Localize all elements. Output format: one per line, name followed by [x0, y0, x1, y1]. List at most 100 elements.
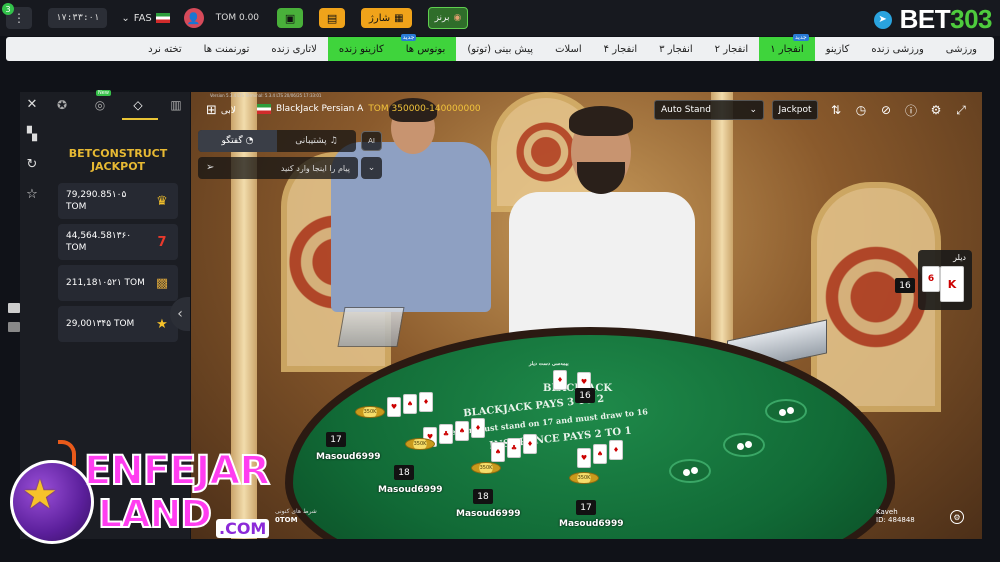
charge-icon: ▦ — [394, 12, 404, 24]
nav-crash-2[interactable]: انفجار ۲ — [704, 37, 760, 61]
bronze-label: برنز — [434, 13, 450, 23]
felt-insurance-label: بیمه‌سی دست دیلر — [529, 361, 569, 367]
watermark-suffix: .COM — [216, 519, 270, 538]
wallet-button[interactable]: ▤ — [319, 8, 346, 28]
lobby-button[interactable]: ⊞ لابی — [206, 103, 236, 118]
menu-button[interactable]: 3 ⋮ — [2, 3, 32, 29]
tab-new[interactable]: New ◎ — [90, 90, 111, 114]
support-label: پشتیبانی — [295, 136, 327, 146]
nav-live-casino[interactable]: کازینو زنده — [327, 37, 395, 61]
center-score: 16 — [575, 388, 595, 403]
active-tab-indicator — [122, 118, 158, 120]
chat-input[interactable]: ➢ پیام را اینجا وارد کنید — [198, 157, 358, 179]
star-icon[interactable]: ☆ — [24, 186, 40, 202]
nav-live-lottery[interactable]: لاتاری زنده — [260, 37, 327, 61]
sort-icon[interactable]: ⇅ — [828, 102, 844, 118]
spin-icon: ◎ — [94, 98, 106, 112]
bet-spot[interactable] — [765, 399, 807, 423]
iran-flag-icon — [257, 104, 271, 114]
main-nav: ورزشی ورزشی زنده کازینو جدید انفجار ۱ انف… — [6, 34, 994, 61]
layers-icon[interactable]: ▚ — [24, 126, 40, 142]
user-name: Kaveh — [876, 508, 898, 516]
chat-tabs: پشتیبانی ♫ گفتگو ◔ — [198, 130, 356, 152]
nav-toto[interactable]: پیش بینی (توتو) — [456, 37, 544, 61]
settings-icon[interactable]: ⚙ — [928, 102, 944, 118]
menu-badge: 3 — [2, 3, 14, 15]
tab-chat[interactable]: گفتگو ◔ — [198, 130, 277, 152]
bet-chip: 350K — [405, 438, 435, 450]
bet-chip: 350K — [471, 462, 501, 474]
dealer-score: 16 — [895, 278, 915, 293]
seven-icon: 7 — [157, 234, 167, 250]
nav-live-sports[interactable]: ورزشی زنده — [860, 37, 934, 61]
nav-tournaments[interactable]: تورنمنت ها — [193, 37, 261, 61]
nav-crash-4[interactable]: انفجار ۴ — [593, 37, 649, 61]
user-avatar[interactable]: 👤 — [183, 8, 204, 28]
charge-button[interactable]: شارژ ▦ — [361, 8, 412, 28]
badge-icon: ✪ — [56, 98, 68, 112]
send-icon[interactable]: ➢ — [206, 162, 214, 173]
jackpot-card[interactable]: 211,18۱۰۵۲۱ TOM ▩ — [58, 265, 178, 301]
auto-stand-select[interactable]: Auto Stand ⌄ — [654, 100, 764, 120]
chevron-down-icon: ⌄ — [367, 163, 376, 173]
diamond-icon: ◇ — [133, 98, 143, 112]
jackpot-card[interactable]: 79,290.85۱۰۵ TOM ♛ — [58, 183, 178, 219]
video-off-icon[interactable]: ⊘ — [878, 102, 894, 118]
jackpot-card[interactable]: 29,00۱۳۴۵ TOM ★ — [58, 306, 178, 342]
dealer-label: دیلر — [953, 253, 966, 262]
jackpot-value: 44,564.58۱۳۶۰ TOM — [66, 231, 132, 253]
star-burst-icon: ★ — [156, 316, 168, 332]
refresh-icon[interactable]: ↻ — [24, 156, 40, 172]
nav-crash-3[interactable]: انفجار ۳ — [648, 37, 704, 61]
jackpot-title: BETCONSTRUCT JACKPOT — [60, 147, 176, 173]
user-id: ID: 484848 — [876, 516, 915, 524]
jackpot-title-line1: BETCONSTRUCT — [68, 147, 168, 160]
new-badge: جدید — [793, 34, 809, 41]
dealer-card: 6 — [922, 266, 940, 292]
deposit-button[interactable]: ▣ — [277, 8, 304, 28]
nav-sports[interactable]: ورزشی — [935, 37, 988, 61]
nav-backgammon[interactable]: تخته نرد — [137, 37, 193, 61]
info-icon[interactable]: ⓘ — [903, 102, 919, 118]
fullscreen-icon[interactable]: ⤢ — [953, 102, 969, 118]
bronze-level-button[interactable]: برنز ◉ — [427, 7, 469, 29]
user-card-icon: ▣ — [284, 11, 296, 25]
dealer-hand-panel: دیلر 6 K — [918, 250, 972, 310]
jackpot-button[interactable]: Jackpot — [772, 100, 818, 120]
close-icon[interactable]: ✕ — [24, 96, 40, 112]
bet-spot[interactable] — [723, 433, 765, 457]
nav-label: پیش بینی (توتو) — [467, 43, 534, 55]
jackpot-card[interactable]: 44,564.58۱۳۶۰ TOM 7 — [58, 224, 178, 260]
player-card: ♣ — [507, 438, 521, 458]
language-selector[interactable]: ⌄ FAS — [121, 13, 170, 24]
watermark-line1: ENFEJAR — [83, 447, 271, 495]
player-card: ♠ — [455, 421, 469, 441]
split-icon[interactable] — [8, 322, 20, 332]
dealer-card: ♦ — [553, 370, 567, 390]
nav-label: انفجار ۴ — [603, 43, 638, 55]
tab-support[interactable]: پشتیبانی ♫ — [277, 130, 356, 152]
bet-spot[interactable] — [669, 459, 711, 483]
tab-games[interactable]: ▥ — [166, 96, 186, 114]
side-tabs: ✪ New ◎ ◇ ▥ — [52, 90, 186, 114]
fullscreen-icon[interactable] — [8, 303, 20, 313]
nav-bonuses[interactable]: جدید بونوس ها — [394, 34, 457, 61]
ai-button[interactable]: AI — [361, 131, 382, 151]
tab-jackpot[interactable]: ◇ — [128, 96, 148, 114]
tab-rewards[interactable]: ✪ — [52, 96, 72, 114]
nav-label: انفجار ۱ — [770, 43, 804, 55]
chat-collapse-button[interactable]: ⌄ — [361, 157, 382, 179]
slot-icon: ▥ — [170, 98, 182, 112]
player-card: ♦ — [523, 434, 537, 454]
nav-label: کازینو — [825, 43, 850, 55]
nav-casino[interactable]: کازینو — [815, 37, 861, 61]
nav-slots[interactable]: اسلات — [544, 37, 593, 61]
site-logo[interactable]: BET303 — [900, 4, 993, 35]
telegram-icon[interactable]: ➤ — [873, 10, 892, 29]
nav-crash-1[interactable]: جدید انفجار ۱ — [759, 34, 815, 61]
game-settings-icon[interactable]: ⚙ — [950, 510, 964, 524]
player-score: 17 — [576, 500, 596, 515]
discard-tray — [337, 307, 405, 347]
crown-icon: ♛ — [156, 193, 168, 209]
history-icon[interactable]: ◷ — [853, 102, 869, 118]
